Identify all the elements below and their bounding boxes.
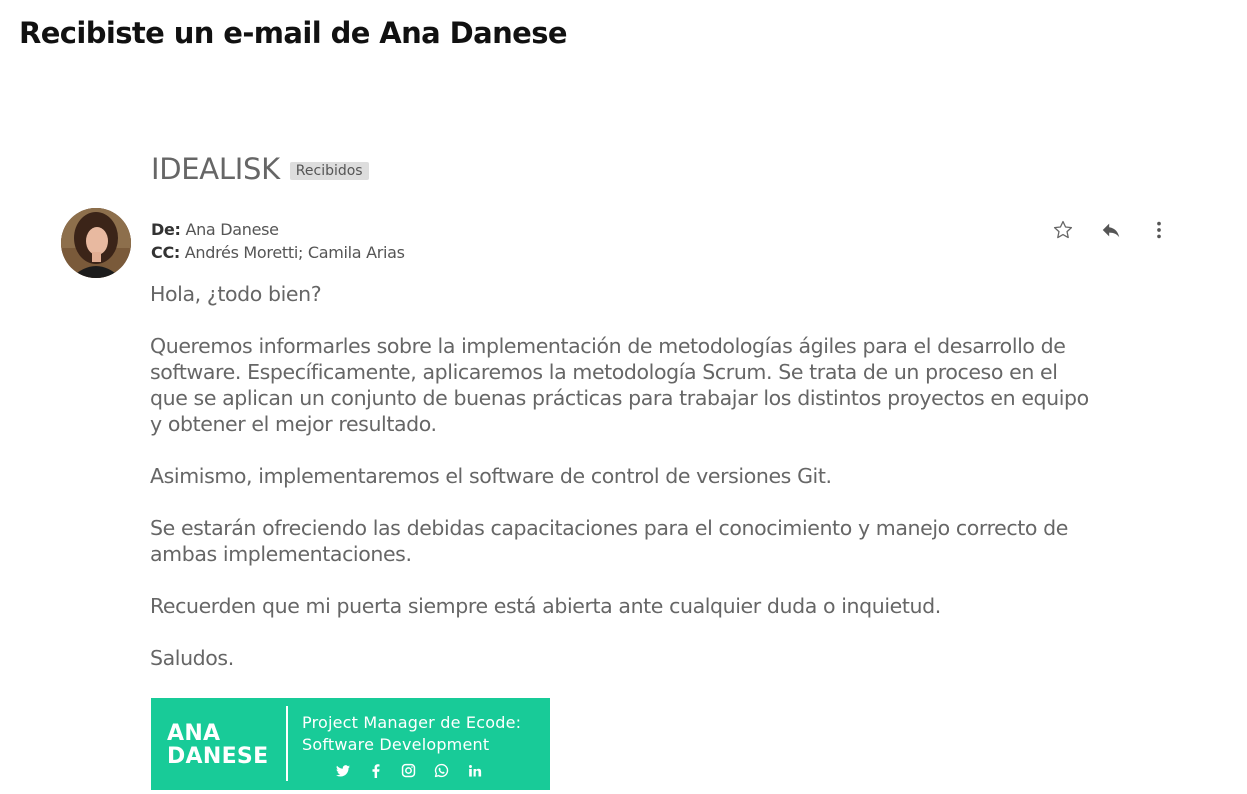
cc-line: CC: Andrés Moretti; Camila Arias	[151, 241, 405, 264]
signature-role-line1: Project Manager de Ecode:	[302, 713, 522, 732]
from-line: De: Ana Danese	[151, 218, 405, 241]
page-heading: Recibiste un e-mail de Ana Danese	[19, 16, 568, 50]
cc-label: CC:	[151, 243, 180, 262]
email-subject-row: IDEALISK Recibidos	[151, 152, 369, 186]
signature-divider	[286, 706, 288, 781]
email-subject: IDEALISK	[151, 152, 280, 186]
email-actions	[1050, 217, 1172, 243]
instagram-icon[interactable]	[400, 762, 417, 779]
email-closing: Saludos.	[150, 646, 234, 670]
avatar-photo	[61, 208, 131, 278]
email-paragraph: Queremos informarles sobre la implementa…	[150, 334, 1089, 436]
email-signature: ANA DANESE Project Manager de Ecode: Sof…	[151, 698, 550, 790]
from-name: Ana Danese	[185, 220, 279, 239]
whatsapp-icon[interactable]	[433, 762, 450, 779]
signature-name: ANA DANESE	[167, 722, 268, 768]
email-paragraph: Asimismo, implementaremos el software de…	[150, 464, 832, 488]
reply-icon[interactable]	[1098, 217, 1124, 243]
twitter-icon[interactable]	[334, 762, 351, 779]
facebook-icon[interactable]	[367, 762, 384, 779]
signature-role: Project Manager de Ecode: Software Devel…	[302, 712, 521, 756]
email-paragraph: Recuerden que mi puerta siempre está abi…	[150, 594, 941, 618]
signature-name-last: DANESE	[167, 744, 269, 769]
from-label: De:	[151, 220, 181, 239]
linkedin-icon[interactable]	[466, 762, 483, 779]
signature-role-line2: Software Development	[302, 735, 490, 754]
email-body: Hola, ¿todo bien? Queremos informarles s…	[150, 281, 1090, 697]
inbox-label-badge[interactable]: Recibidos	[289, 162, 369, 180]
email-paragraph: Se estarán ofreciendo las debidas capaci…	[150, 516, 1068, 566]
more-vertical-icon[interactable]	[1146, 217, 1172, 243]
sender-info: De: Ana Danese CC: Andrés Moretti; Camil…	[151, 218, 405, 264]
star-icon[interactable]	[1050, 217, 1076, 243]
sender-avatar[interactable]	[61, 208, 131, 278]
email-greeting: Hola, ¿todo bien?	[150, 282, 322, 306]
signature-name-first: ANA	[167, 721, 221, 746]
cc-names: Andrés Moretti; Camila Arias	[184, 243, 405, 262]
signature-social-links	[334, 762, 499, 779]
